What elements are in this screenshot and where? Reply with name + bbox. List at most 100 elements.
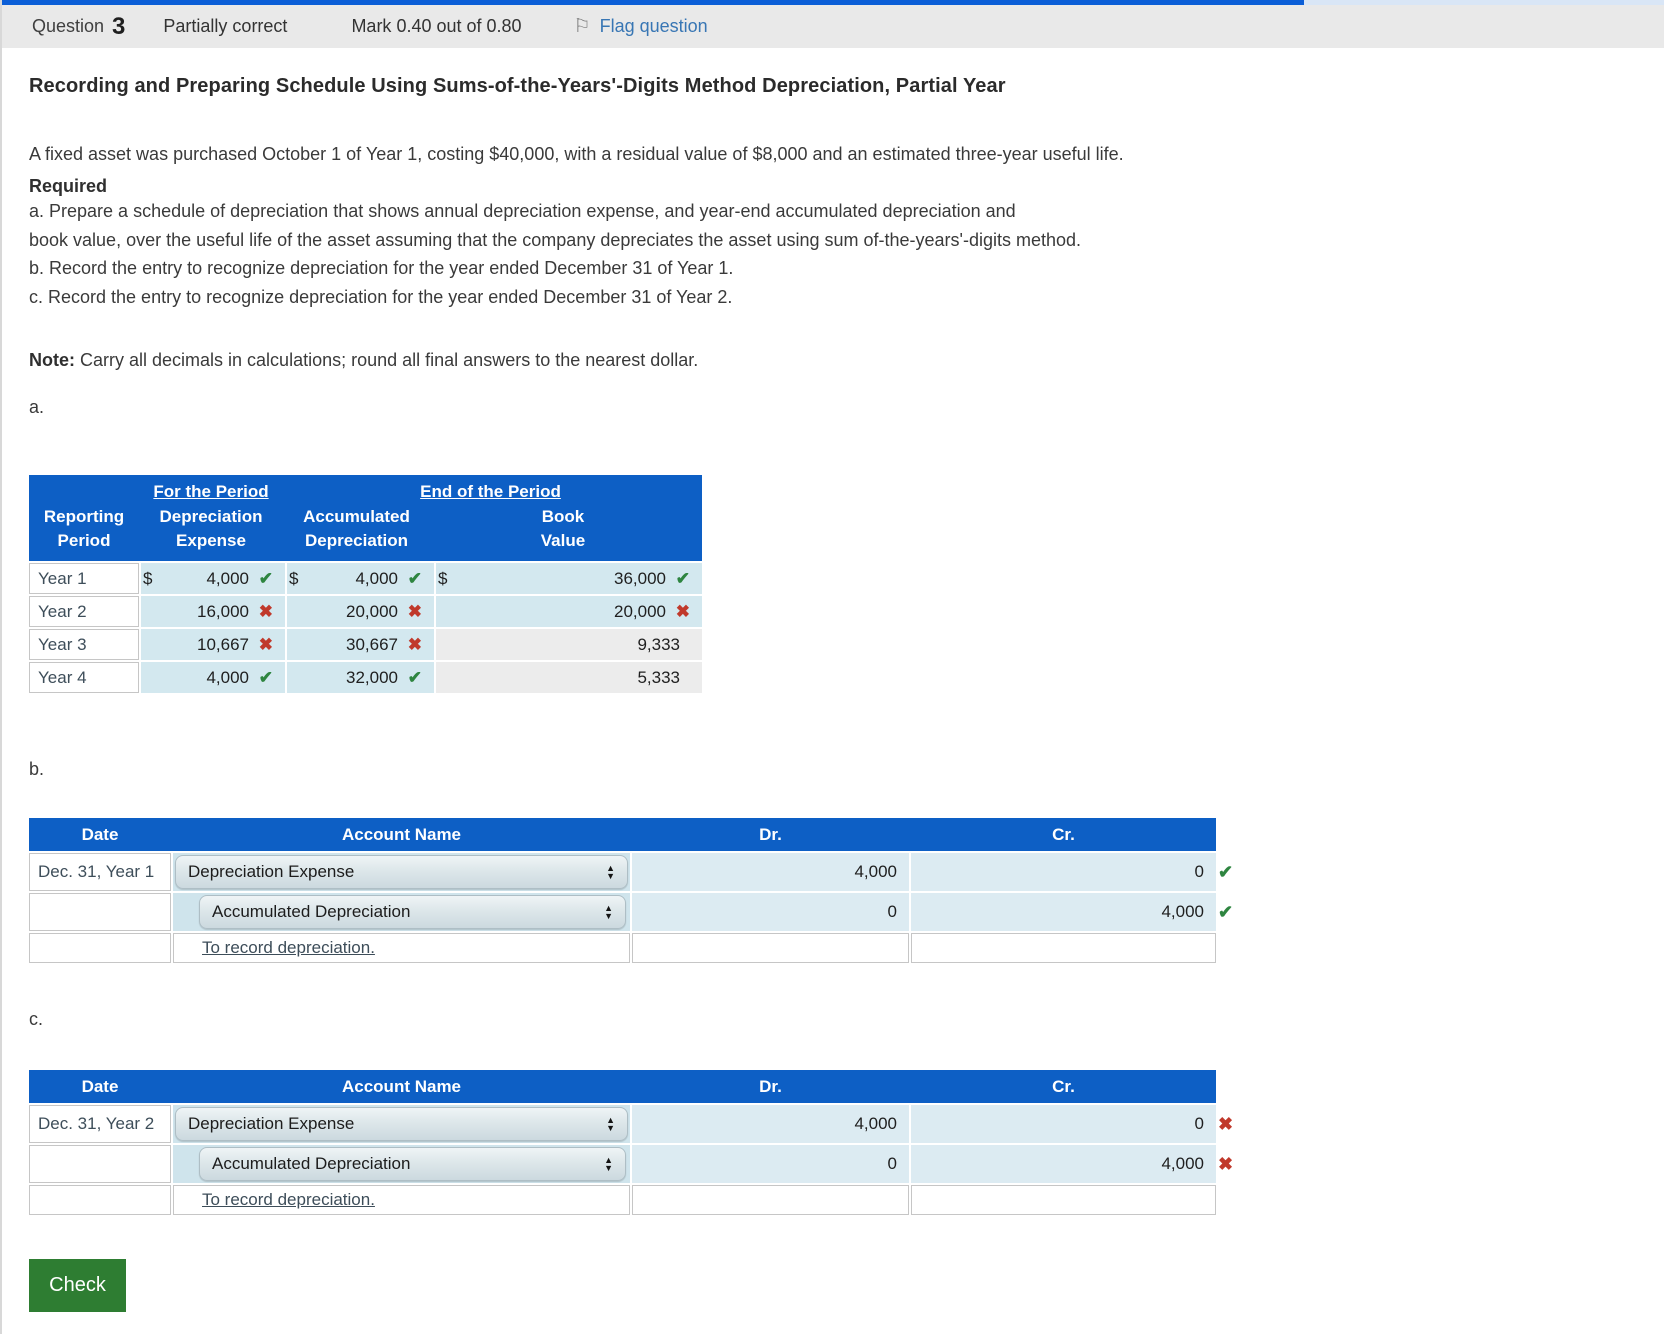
schedule-row-year-1: Year 1 $ 4,000 ✔ $ 4,000 ✔ $ 36,000 ✔ — [29, 563, 702, 594]
incorrect-icon: ✖ — [675, 601, 690, 621]
incorrect-icon: ✖ — [258, 601, 273, 621]
currency-symbol: $ — [289, 568, 299, 588]
row-mark-cell: ✖ — [1218, 1105, 1248, 1143]
book-value: 5,333 — [637, 667, 680, 687]
journal-row-debit: Dec. 31, Year 1 Depreciation Expense ▲ ▼ … — [29, 853, 1249, 891]
page-title: Recording and Preparing Schedule Using S… — [29, 75, 1006, 97]
cr-cell-empty — [911, 933, 1216, 963]
row-mark-cell: ✖ — [1218, 1145, 1248, 1183]
col-header-accumulated-depreciation: Accumulated Depreciation — [303, 507, 410, 550]
journal-entry-table-c: Date Account Name Dr. Cr. Dec. 31, Year … — [29, 1070, 1249, 1215]
memo-cell: To record depreciation. — [173, 933, 630, 963]
expense-value: 4,000 — [206, 568, 249, 588]
expense-input-cell[interactable]: $ 4,000 ✔ — [141, 563, 285, 594]
accum-input-cell[interactable]: 20,000 ✖ — [287, 596, 434, 627]
accum-value: 30,667 — [346, 634, 398, 654]
required-item-b: b. Record the entry to recognize depreci… — [29, 258, 734, 278]
col-header-account-name: Account Name — [341, 824, 462, 844]
schedule-row-year-4: Year 4 4,000 ✔ 32,000 ✔ 5,333 — [29, 662, 702, 693]
col-header-cr: Cr. — [1052, 824, 1075, 844]
accum-value: 20,000 — [346, 601, 398, 621]
memo-cell: To record depreciation. — [173, 1185, 630, 1215]
incorrect-icon: ✖ — [407, 634, 422, 654]
accum-input-cell[interactable]: 32,000 ✔ — [287, 662, 434, 693]
dr-input-cell[interactable]: 4,000 — [632, 853, 909, 891]
schedule-row-year-3: Year 3 10,667 ✖ 30,667 ✖ 9,333 — [29, 629, 702, 660]
required-list: a. Prepare a schedule of depreciation th… — [29, 197, 1664, 311]
incorrect-icon: ✖ — [407, 601, 422, 621]
cr-input-cell[interactable]: 4,000 — [911, 893, 1216, 931]
account-cell: Depreciation Expense ▲ ▼ — [173, 1105, 630, 1143]
expense-input-cell[interactable]: 16,000 ✖ — [141, 596, 285, 627]
account-select[interactable]: Depreciation Expense ▲ ▼ — [175, 1107, 628, 1141]
top-border-dark-segment — [2, 0, 1304, 5]
row-mark-cell — [1218, 1185, 1248, 1215]
cr-input-cell[interactable]: 4,000 — [911, 1145, 1216, 1183]
section-c-label: c. — [29, 1009, 44, 1029]
dr-input-cell[interactable]: 4,000 — [632, 1105, 909, 1143]
note-label: Note: — [29, 350, 75, 370]
account-select[interactable]: Accumulated Depreciation ▲ ▼ — [199, 895, 626, 929]
row-mark-cell — [1218, 933, 1248, 963]
account-cell: Accumulated Depreciation ▲ ▼ — [173, 893, 630, 931]
row-mark-cell: ✔ — [1218, 893, 1248, 931]
accum-input-cell[interactable]: $ 4,000 ✔ — [287, 563, 434, 594]
memo-text: To record depreciation. — [202, 1190, 375, 1209]
col-header-dr: Dr. — [759, 824, 782, 844]
col-header-account-name: Account Name — [341, 1076, 462, 1096]
question-info-bar: Question 3 Partially correct Mark 0.40 o… — [2, 5, 1664, 48]
dr-input-cell[interactable]: 0 — [632, 893, 909, 931]
cr-input-cell[interactable]: 0 — [911, 853, 1216, 891]
note-line: Note: Carry all decimals in calculations… — [29, 350, 1664, 371]
accum-value: 4,000 — [355, 568, 398, 588]
flag-question-label: Flag question — [599, 16, 708, 36]
required-item-a-line2: book value, over the useful life of the … — [29, 229, 1082, 250]
accum-input-cell[interactable]: 30,667 ✖ — [287, 629, 434, 660]
date-cell: Dec. 31, Year 2 — [29, 1105, 171, 1143]
top-border-light-segment — [1304, 0, 1664, 5]
schedule-column-header-row: Reporting Period Depreciation Expense Accu… — [29, 505, 702, 553]
period-label: Year 3 — [29, 629, 139, 660]
correct-icon: ✔ — [407, 667, 422, 687]
depreciation-schedule-table: For the Period End of the Period Reporti… — [29, 475, 702, 693]
section-b-label: b. — [29, 759, 45, 779]
book-value-input-cell[interactable]: $ 36,000 ✔ — [436, 563, 702, 594]
col-header-date: Date — [81, 824, 119, 844]
account-cell: Depreciation Expense ▲ ▼ — [173, 853, 630, 891]
question-content: Recording and Preparing Schedule Using S… — [2, 75, 1664, 1312]
question-status: Partially correct — [163, 16, 288, 36]
journal-entry-table-b: Date Account Name Dr. Cr. Dec. 31, Year … — [29, 818, 1249, 963]
journal-row-debit: Dec. 31, Year 2 Depreciation Expense ▲ ▼ … — [29, 1105, 1249, 1143]
journal-row-memo: To record depreciation. — [29, 933, 1249, 963]
currency-symbol: $ — [438, 568, 448, 588]
memo-text: To record depreciation. — [202, 938, 375, 957]
account-select[interactable]: Accumulated Depreciation ▲ ▼ — [199, 1147, 626, 1181]
flag-icon: ⚐ — [573, 16, 591, 37]
expense-input-cell[interactable]: 10,667 ✖ — [141, 629, 285, 660]
journal-row-credit: Accumulated Depreciation ▲ ▼ 0 4,000 ✔ — [29, 893, 1249, 931]
schedule-group-header-row: For the Period End of the Period — [29, 482, 702, 502]
expense-value: 4,000 — [206, 667, 249, 687]
cr-input-cell[interactable]: 0 — [911, 1105, 1216, 1143]
date-cell-empty — [29, 1145, 171, 1183]
col-header-book-value: Book Value — [540, 507, 586, 550]
date-cell-empty — [29, 1185, 171, 1215]
incorrect-icon: ✖ — [258, 634, 273, 654]
date-cell: Dec. 31, Year 1 — [29, 853, 171, 891]
flag-question-link[interactable]: ⚐ Flag question — [574, 15, 708, 38]
account-select-value: Accumulated Depreciation — [212, 1154, 411, 1173]
book-value-input-cell[interactable]: 20,000 ✖ — [436, 596, 702, 627]
account-select[interactable]: Depreciation Expense ▲ ▼ — [175, 855, 628, 889]
expense-input-cell[interactable]: 4,000 ✔ — [141, 662, 285, 693]
account-cell: Accumulated Depreciation ▲ ▼ — [173, 1145, 630, 1183]
book-value-readonly-cell: 5,333 — [436, 662, 702, 693]
period-label: Year 4 — [29, 662, 139, 693]
col-header-date: Date — [81, 1076, 119, 1096]
period-label: Year 2 — [29, 596, 139, 627]
dr-cell-empty — [632, 1185, 909, 1215]
correct-icon: ✔ — [675, 568, 690, 588]
schedule-group-spacer — [29, 482, 139, 502]
select-arrows-icon: ▲ ▼ — [606, 863, 615, 881]
check-button[interactable]: Check — [29, 1259, 126, 1312]
dr-input-cell[interactable]: 0 — [632, 1145, 909, 1183]
